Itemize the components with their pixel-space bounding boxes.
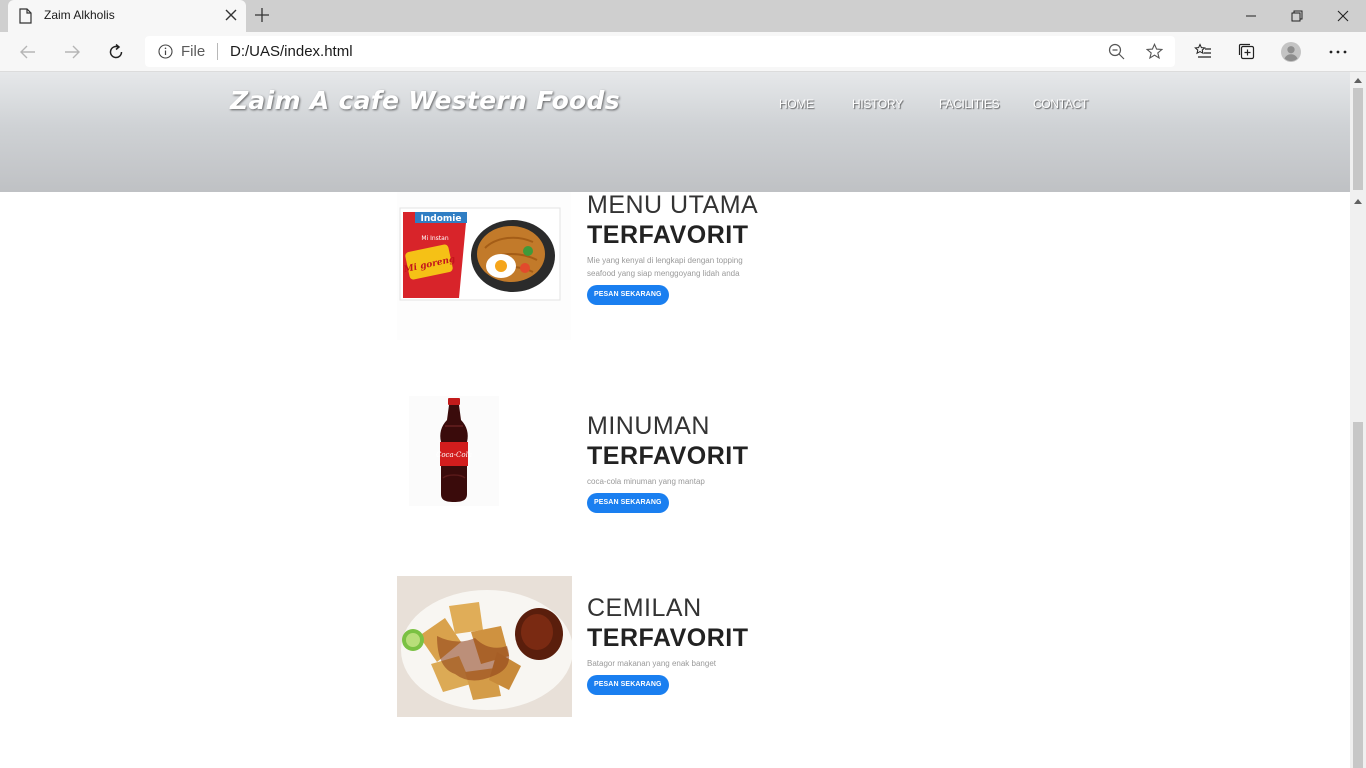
collections-button[interactable] (1237, 42, 1257, 62)
menu-highlight: TERFAVORIT (587, 221, 749, 249)
batagor-plate-image (397, 576, 572, 717)
page-viewport: Zaim A cafe Western Foods HOME HISTORY F… (0, 72, 1366, 768)
close-icon (1337, 10, 1349, 22)
forward-button[interactable] (58, 38, 86, 66)
restore-icon (1291, 10, 1303, 22)
address-divider (217, 43, 218, 60)
minimize-button[interactable] (1228, 0, 1274, 32)
indomie-mi-goreng-image: Indomie Mi Instan Mi goreng (397, 190, 571, 340)
batagor-plate-illustration (397, 576, 572, 717)
favorites-list-icon (1194, 43, 1211, 58)
more-dots-icon (1329, 50, 1347, 54)
menu-highlight: TERFAVORIT (587, 442, 749, 470)
nav-contact[interactable]: CONTACT (1033, 97, 1088, 111)
triangle-up-icon (1354, 198, 1362, 204)
scrollbar-track-segment (1353, 88, 1363, 190)
scroll-up-button[interactable] (1350, 72, 1366, 88)
tab-title: Zaim Alkholis (44, 8, 115, 22)
browser-tab-bar: Zaim Alkholis (0, 0, 1366, 32)
menu-item-text: MINUMAN TERFAVORIT coca-cola minuman yan… (587, 411, 767, 513)
address-bar[interactable]: File D:/UAS/index.html (145, 36, 1175, 67)
arrow-left-icon (20, 45, 35, 59)
indomie-packet-illustration: Indomie Mi Instan Mi goreng (399, 207, 561, 301)
scrollbar-thumb[interactable] (1353, 422, 1363, 768)
zoom-icon[interactable] (1108, 43, 1125, 60)
browser-toolbar: File D:/UAS/index.html (0, 32, 1366, 72)
back-button[interactable] (14, 38, 42, 66)
close-window-button[interactable] (1320, 0, 1366, 32)
page-icon (19, 8, 32, 24)
order-now-button[interactable]: PESAN SEKARANG (587, 493, 669, 513)
menu-category: CEMILAN (587, 594, 702, 622)
reload-button[interactable] (102, 38, 130, 66)
arrow-right-icon (65, 45, 80, 59)
nav-home[interactable]: HOME (779, 97, 814, 111)
nav-history[interactable]: HISTORY (852, 97, 903, 111)
collections-icon (1238, 43, 1255, 60)
minimize-icon (1246, 15, 1256, 17)
menu-description: Batagor makanan yang enak banget (587, 659, 716, 668)
star-icon[interactable] (1146, 43, 1163, 60)
menu-item-text: MENU UTAMA TERFAVORIT Mie yang kenyal di… (587, 190, 767, 305)
menu-category: MENU UTAMA (587, 191, 759, 219)
coca-cola-bottle-illustration: Coca-Cola (436, 398, 472, 502)
more-button[interactable] (1328, 42, 1348, 62)
order-now-button[interactable]: PESAN SEKARANG (587, 285, 669, 305)
menu-item-text: CEMILAN TERFAVORIT Batagor makanan yang … (587, 593, 767, 695)
menu-description: coca-cola minuman yang mantap (587, 477, 705, 486)
info-icon[interactable] (158, 44, 173, 59)
packet-brand-text: Indomie (421, 214, 462, 224)
avatar-icon (1281, 42, 1301, 62)
reload-icon (109, 43, 123, 59)
menu-category: MINUMAN (587, 412, 710, 440)
coca-cola-bottle-image: Coca-Cola (409, 396, 499, 506)
order-now-button[interactable]: PESAN SEKARANG (587, 675, 669, 695)
page-scrollbar[interactable] (1350, 72, 1366, 768)
nav-facilities[interactable]: FACILITIES (939, 97, 1000, 111)
browser-tab[interactable]: Zaim Alkholis (8, 0, 246, 32)
favorites-button[interactable] (1193, 42, 1213, 62)
profile-button[interactable] (1281, 42, 1301, 62)
scheme-label: File (181, 43, 206, 60)
packet-sub-text: Mi Instan (421, 235, 448, 242)
url-text[interactable]: D:/UAS/index.html (230, 43, 353, 60)
menu-description: Mie yang kenyal di lengkapi dengan toppi… (587, 256, 743, 278)
triangle-up-icon (1354, 77, 1362, 83)
site-title: Zaim A cafe Western Foods (230, 86, 620, 115)
new-tab-icon[interactable] (254, 7, 270, 23)
menu-highlight: TERFAVORIT (587, 624, 749, 652)
site-header: Zaim A cafe Western Foods HOME HISTORY F… (0, 72, 1350, 192)
bottle-label-text: Coca-Cola (436, 451, 472, 459)
restore-button[interactable] (1274, 0, 1320, 32)
scroll-up-button-secondary[interactable] (1350, 193, 1366, 209)
close-tab-icon[interactable] (224, 8, 238, 22)
